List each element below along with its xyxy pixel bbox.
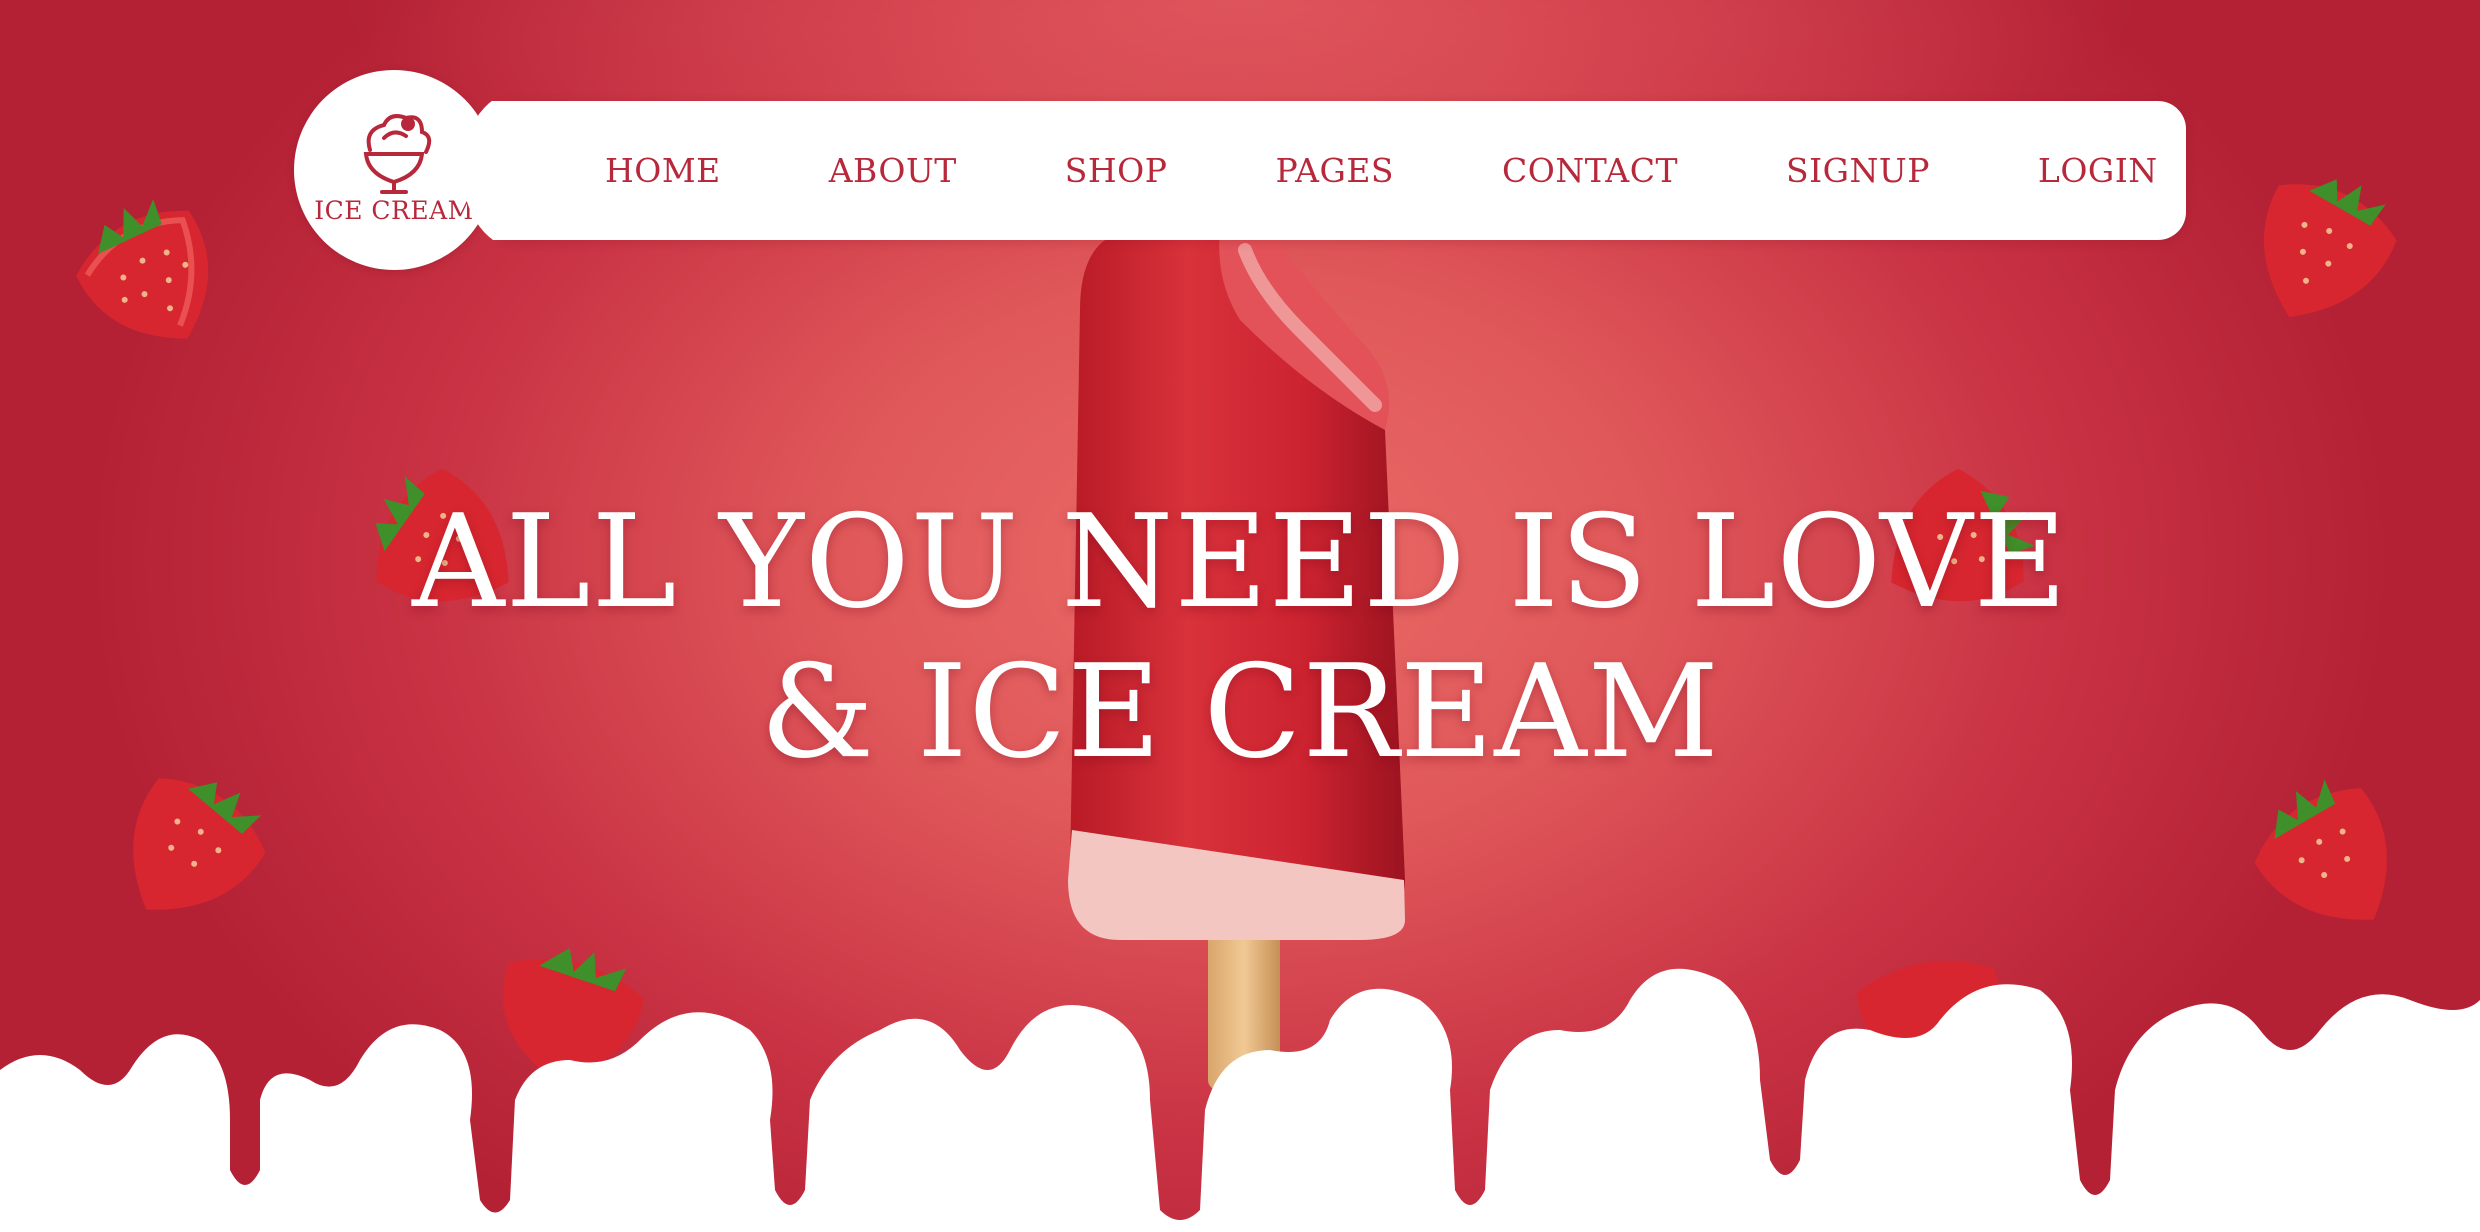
nav-item-about[interactable]: ABOUT [829,151,957,190]
hero-headline-line2: & ICE CREAM [760,638,1720,787]
nav-menu: HOME ABOUT SHOP PAGES CONTACT SIGNUP LOG… [605,101,2158,240]
hero-headline: ALL YOU NEED IS LOVE & ICE CREAM [0,488,2480,788]
nav-item-signup[interactable]: SIGNUP [1786,151,1930,190]
nav-item-home[interactable]: HOME [605,151,721,190]
nav-item-shop[interactable]: SHOP [1065,151,1168,190]
white-drip-border [0,968,2480,1232]
nav-item-login[interactable]: LOGIN [2038,151,2158,190]
nav-item-contact[interactable]: CONTACT [1502,151,1678,190]
hero-headline-line1: ALL YOU NEED IS LOVE [412,488,2068,637]
brand-logo-text: ICE CREAM [314,196,474,225]
nav-item-pages[interactable]: PAGES [1275,151,1394,190]
strawberry-icon [76,199,209,339]
strawberry-icon [2264,179,2397,318]
